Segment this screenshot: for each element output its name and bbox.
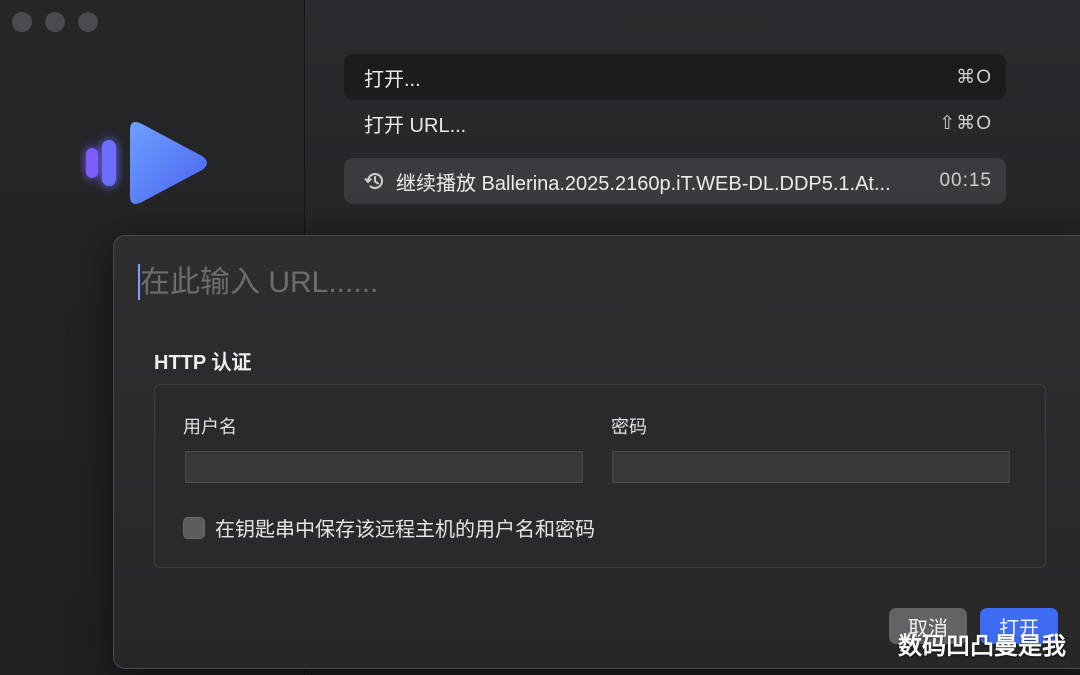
- resume-file-name: 继续播放 Ballerina.2025.2160p.iT.WEB-DL.DDP5…: [396, 172, 891, 195]
- watermark: 数码凹凸曼是我: [898, 633, 1066, 660]
- resume-time: 00:15: [939, 170, 992, 191]
- history-icon: [364, 173, 383, 190]
- save-credentials-checkbox[interactable]: [183, 516, 205, 539]
- username-label: 用户名: [183, 417, 237, 437]
- http-auth-box: 用户名 密码 在钥匙串中保存该远程主机的用户名和密码: [154, 384, 1046, 568]
- menu-item-open-url-shortcut: ⇧⌘O: [939, 112, 992, 134]
- close-window-button[interactable]: [12, 12, 32, 32]
- minimize-window-button[interactable]: [45, 12, 65, 32]
- password-field[interactable]: [612, 451, 1010, 483]
- url-input[interactable]: [138, 262, 1022, 304]
- app-window: 打开... ⌘O 打开 URL... ⇧⌘O 继续播放 Ballerina.20…: [0, 0, 1080, 675]
- open-menu: 打开... ⌘O 打开 URL... ⇧⌘O 继续播放 Ballerina.20…: [344, 54, 1006, 204]
- username-field[interactable]: [185, 451, 583, 483]
- save-credentials-label: 在钥匙串中保存该远程主机的用户名和密码: [215, 519, 595, 541]
- window-controls: [12, 12, 98, 32]
- menu-item-open-url-label: 打开 URL...: [364, 114, 467, 137]
- app-logo-icon: [86, 122, 207, 204]
- menu-item-resume[interactable]: 继续播放 Ballerina.2025.2160p.iT.WEB-DL.DDP5…: [344, 158, 1006, 204]
- menu-item-open[interactable]: 打开... ⌘O: [344, 54, 1006, 100]
- menu-item-open-label: 打开...: [364, 68, 421, 91]
- http-auth-title: HTTP 认证: [154, 352, 252, 374]
- save-credentials-row[interactable]: 在钥匙串中保存该远程主机的用户名和密码: [183, 513, 595, 542]
- password-label: 密码: [611, 417, 647, 437]
- open-url-sheet: HTTP 认证 用户名 密码 在钥匙串中保存该远程主机的用户名和密码 取消 打开: [113, 235, 1080, 669]
- zoom-window-button[interactable]: [78, 12, 98, 32]
- menu-item-open-url[interactable]: 打开 URL... ⇧⌘O: [344, 100, 1006, 146]
- menu-item-open-shortcut: ⌘O: [956, 66, 992, 88]
